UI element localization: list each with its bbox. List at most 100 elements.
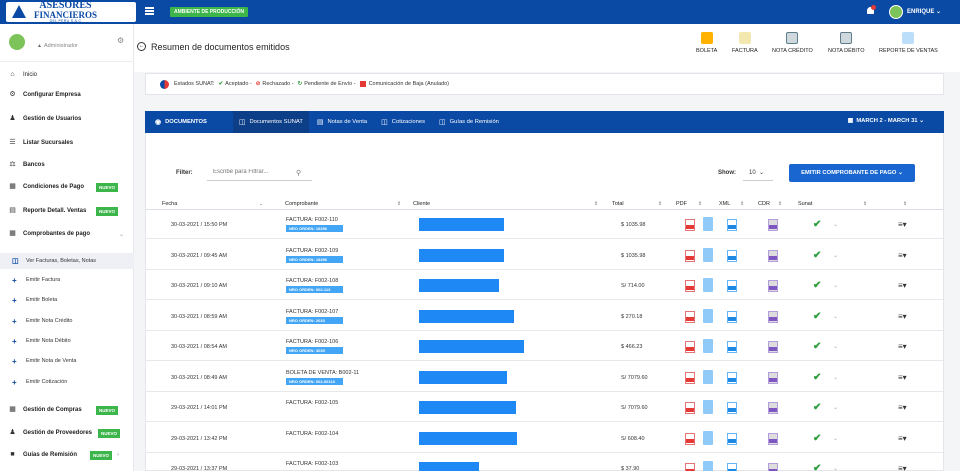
action-reporte-ventas[interactable]: REPORTE DE VENTAS xyxy=(879,32,938,54)
tab-cotizaciones[interactable]: ◫ Cotizaciones xyxy=(375,111,431,133)
tab-documentos[interactable]: ◉ DOCUMENTOS xyxy=(149,111,213,133)
back-arrow-icon[interactable]: ← xyxy=(137,42,146,51)
row-document[interactable]: BOLETA DE VENTA: B002-11 NRO ORDEN: 002-0… xyxy=(286,370,359,385)
col-fecha[interactable]: Fecha xyxy=(162,201,177,207)
col-cliente[interactable]: Cliente xyxy=(413,201,430,207)
pdf-icon[interactable] xyxy=(685,280,695,292)
sidebar-item-sucursales[interactable]: ☰ Listar Sucursales xyxy=(0,134,134,152)
company-logo[interactable]: ASESORES FINANCIEROS DEL PERU S.A.C xyxy=(6,0,136,22)
sidebar-item-inicio[interactable]: ⌂ Inicio xyxy=(0,66,134,84)
table-row[interactable]: 30-03-2021 / 09:10 AM FACTURA: F002-108 NR… xyxy=(146,272,943,300)
search-icon[interactable]: ⚲ xyxy=(296,169,301,177)
cdr-icon[interactable] xyxy=(768,280,778,292)
chevron-down-icon[interactable]: ⌄ xyxy=(833,343,838,350)
action-boleta[interactable]: BOLETA xyxy=(696,32,717,54)
table-row[interactable]: 30-03-2021 / 09:45 AM FACTURA: F002-109 NR… xyxy=(146,242,943,270)
cdr-icon[interactable] xyxy=(768,341,778,353)
col-cdr[interactable]: CDR xyxy=(758,201,770,207)
row-document[interactable]: FACTURA: F002-107 NRO ORDEN: 2033 xyxy=(286,309,343,324)
pdf-icon[interactable] xyxy=(685,371,695,384)
sidebar-item-comprobantes[interactable]: ▦ Comprobantes de pago ⌄ xyxy=(0,225,134,243)
col-sunat[interactable]: Sunat xyxy=(798,201,812,207)
cdr-icon[interactable] xyxy=(768,432,778,445)
print-document-icon[interactable] xyxy=(703,339,713,353)
table-row[interactable]: 29-03-2021 / 13:37 PM FACTURA: F002-103 $ … xyxy=(146,455,943,471)
sidebar-item-guias[interactable]: ■ Guías de Remisión NUEVO › xyxy=(0,446,134,464)
table-row[interactable]: 30-03-2021 / 08:59 AM FACTURA: F002-107 NR… xyxy=(146,303,943,331)
date-range-picker[interactable]: ▦ MARCH 2 - MARCH 31 ⌄ xyxy=(848,118,924,124)
col-pdf[interactable]: PDF xyxy=(676,201,687,207)
print-document-icon[interactable] xyxy=(703,278,713,292)
tab-notas-venta[interactable]: ▤ Notas de Venta xyxy=(311,111,373,133)
page-size-select[interactable]: 10 ⌄ xyxy=(743,164,773,181)
row-document[interactable]: FACTURA: F002-106 NRO ORDEN: 3035 xyxy=(286,339,343,354)
print-document-icon[interactable] xyxy=(703,430,713,445)
user-menu[interactable]: ENRIQUE ⌄ xyxy=(907,8,941,15)
row-actions-menu-icon[interactable]: ≡▾ xyxy=(898,251,907,260)
action-nota-credito[interactable]: NOTA CRÉDITO xyxy=(772,32,813,54)
settings-gear-icon[interactable]: ⚙ xyxy=(117,36,124,45)
print-document-icon[interactable] xyxy=(703,400,713,414)
table-row[interactable]: 29-03-2021 / 14:01 PM FACTURA: F002-105 S/… xyxy=(146,394,943,422)
row-document[interactable]: FACTURA: F002-110 NRO ORDEN: 18396 xyxy=(286,217,343,232)
sidebar-item-condiciones-pago[interactable]: ▦ Condiciones de Pago NUEVO xyxy=(0,178,134,196)
chevron-down-icon[interactable]: ⌄ xyxy=(833,313,838,320)
xml-icon[interactable] xyxy=(727,341,737,353)
row-actions-menu-icon[interactable]: ≡▾ xyxy=(898,312,907,321)
hamburger-menu-icon[interactable] xyxy=(145,7,154,15)
submenu-emitir-cotizacion[interactable]: + Emitir Cotización xyxy=(0,374,134,390)
cdr-icon[interactable] xyxy=(768,402,778,414)
cdr-icon[interactable] xyxy=(768,463,778,471)
chevron-down-icon[interactable]: ⌄ xyxy=(833,252,838,259)
submenu-emitir-boleta[interactable]: + Emitir Boleta xyxy=(0,292,134,308)
submenu-emitir-nota-venta[interactable]: + Emitir Nota de Venta xyxy=(0,353,134,369)
row-document[interactable]: FACTURA: F002-103 xyxy=(286,461,338,467)
chevron-down-icon[interactable]: ⌄ xyxy=(833,435,838,442)
row-actions-menu-icon[interactable]: ≡▾ xyxy=(898,342,907,351)
table-row[interactable]: 30-03-2021 / 08:54 AM FACTURA: F002-106 NR… xyxy=(146,333,943,361)
xml-icon[interactable] xyxy=(727,219,737,231)
chevron-down-icon[interactable]: ⌄ xyxy=(833,282,838,289)
row-document[interactable]: FACTURA: F002-108 NRO ORDEN: 002-113 xyxy=(286,278,343,293)
pdf-icon[interactable] xyxy=(685,402,695,414)
cdr-icon[interactable] xyxy=(768,219,778,231)
xml-icon[interactable] xyxy=(727,310,737,323)
pdf-icon[interactable] xyxy=(685,463,695,471)
print-document-icon[interactable] xyxy=(703,461,713,471)
xml-icon[interactable] xyxy=(727,371,737,384)
print-document-icon[interactable] xyxy=(703,217,713,231)
action-factura[interactable]: FACTURA xyxy=(732,32,758,54)
cdr-icon[interactable] xyxy=(768,310,778,323)
notification-bell-icon[interactable] xyxy=(866,5,876,16)
submenu-emitir-factura[interactable]: + Emitir Factura xyxy=(0,272,134,288)
pdf-icon[interactable] xyxy=(685,219,695,231)
pdf-icon[interactable] xyxy=(685,310,695,323)
chevron-down-icon[interactable]: ⌄ xyxy=(833,465,838,471)
submenu-emitir-nota-debito[interactable]: + Emitir Nota Débito xyxy=(0,333,134,349)
row-document[interactable]: FACTURA: F002-105 xyxy=(286,400,338,406)
chevron-down-icon[interactable]: ⌄ xyxy=(833,404,838,411)
col-total[interactable]: Total xyxy=(612,201,624,207)
xml-icon[interactable] xyxy=(727,463,737,471)
table-row[interactable]: 30-03-2021 / 15:50 PM FACTURA: F002-110 NR… xyxy=(146,211,943,239)
cdr-icon[interactable] xyxy=(768,249,778,262)
sidebar-item-configurar-empresa[interactable]: ⚙ Configurar Empresa xyxy=(0,86,134,104)
row-actions-menu-icon[interactable]: ≡▾ xyxy=(898,373,907,382)
table-row[interactable]: 29-03-2021 / 13:42 PM FACTURA: F002-104 S/… xyxy=(146,425,943,453)
emit-document-button[interactable]: EMITIR COMPROBANTE DE PAGO ⌄ xyxy=(789,164,915,182)
row-actions-menu-icon[interactable]: ≡▾ xyxy=(898,434,907,443)
row-actions-menu-icon[interactable]: ≡▾ xyxy=(898,464,907,471)
sidebar-item-bancos[interactable]: ⚖ Bancos xyxy=(0,156,134,174)
tab-documentos-sunat[interactable]: ◫ Documentos SUNAT xyxy=(232,111,309,133)
user-avatar[interactable] xyxy=(889,5,903,19)
chevron-down-icon[interactable]: ⌄ xyxy=(833,221,838,228)
pdf-icon[interactable] xyxy=(685,432,695,445)
tab-guias-remision[interactable]: ◫ Guías de Remisión xyxy=(433,111,505,133)
col-comprobante[interactable]: Comprobante xyxy=(285,201,318,207)
table-row[interactable]: 30-03-2021 / 08:49 AM BOLETA DE VENTA: B0… xyxy=(146,364,943,392)
print-document-icon[interactable] xyxy=(703,247,713,262)
row-actions-menu-icon[interactable]: ≡▾ xyxy=(898,281,907,290)
sidebar-item-compras[interactable]: ▦ Gestión de Compras NUEVO xyxy=(0,401,134,419)
print-document-icon[interactable] xyxy=(703,308,713,323)
col-xml[interactable]: XML xyxy=(719,201,730,207)
